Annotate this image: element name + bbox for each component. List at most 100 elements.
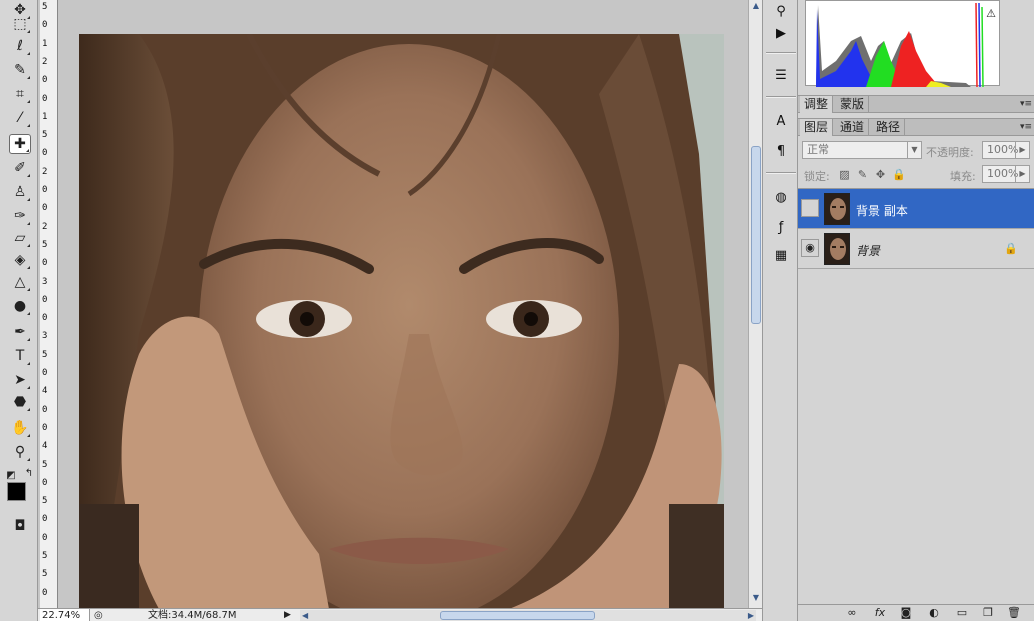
healing-brush-tool[interactable]: ✚: [9, 134, 31, 154]
tab-tabs_layers-0[interactable]: 图层: [800, 119, 834, 136]
path-selection-tool[interactable]: ➤: [9, 370, 31, 390]
scroll-right-icon[interactable]: ▶: [748, 609, 754, 621]
document-area: 501200150200250300350400450500550 ▲ ▼ 22…: [38, 0, 762, 621]
lasso-tool[interactable]: ℓ: [9, 36, 31, 56]
new-group-icon[interactable]: ▭: [954, 606, 970, 620]
lock-transparent-icon[interactable]: ▨: [838, 168, 851, 181]
clone-stamp-tool[interactable]: ♙: [9, 182, 31, 202]
visibility-eye-icon[interactable]: ◉: [801, 239, 819, 257]
visibility-eye-icon[interactable]: [801, 199, 819, 217]
vertical-scroll-thumb[interactable]: [751, 146, 761, 324]
dodge-tool[interactable]: ●: [9, 296, 31, 316]
layer-thumbnail[interactable]: [824, 193, 850, 225]
flyout-indicator: [27, 386, 30, 389]
navigator-icon[interactable]: ⚲: [770, 0, 792, 22]
quick-selection-tool[interactable]: ✎: [9, 60, 31, 80]
foreground-color[interactable]: [7, 482, 26, 501]
swatches-icon[interactable]: ◍: [770, 186, 792, 208]
flyout-indicator: [27, 222, 30, 225]
grid-icon[interactable]: ▦: [770, 244, 792, 266]
panel-menu-icon[interactable]: ▾≡: [1020, 99, 1032, 109]
shape-icon: ⬣: [13, 394, 27, 410]
opacity-value: 100%: [987, 143, 1019, 156]
brush-tool[interactable]: ✐: [9, 158, 31, 178]
new-layer-icon[interactable]: ❐: [980, 606, 996, 620]
ruler-label: 0: [42, 258, 48, 269]
fill-field[interactable]: 100% ▶: [982, 165, 1030, 183]
history-brush-tool[interactable]: ✑: [9, 206, 31, 226]
layer-thumbnail[interactable]: [824, 233, 850, 265]
vertical-scrollbar[interactable]: ▲ ▼: [748, 0, 762, 608]
zoom-level[interactable]: 22.74%: [40, 609, 90, 621]
vertical-ruler[interactable]: 5 0 1 2 0 0 1 5 0 2 0 0 2 5 0 3 0 0 3 5 0 4 0 0 4 5 0 5 0 0 5 5 0: [40, 0, 58, 608]
crop-tool[interactable]: ⌗: [9, 84, 31, 104]
layer-row[interactable]: ◉ 背景 🔒: [798, 229, 1034, 269]
scroll-left-icon[interactable]: ◀: [302, 609, 308, 621]
paint-bucket-tool[interactable]: ◈: [9, 250, 31, 270]
link-layers-icon[interactable]: ∞: [844, 606, 860, 620]
default-colors-icon[interactable]: ◩: [4, 468, 18, 482]
eraser-tool[interactable]: ▱: [9, 228, 31, 248]
ruler-label: 0: [42, 148, 48, 159]
hand-icon: ✋: [11, 420, 29, 436]
history-icon[interactable]: ☰: [770, 64, 792, 86]
ruler-label: 0: [42, 532, 48, 543]
warning-icon[interactable]: ⚠: [986, 7, 996, 20]
layer-row[interactable]: 背景 副本: [798, 189, 1034, 229]
quick-mask-icon[interactable]: ◘: [9, 516, 31, 536]
lock-pixels-icon[interactable]: ✎: [856, 168, 869, 181]
hand-tool[interactable]: ✋: [9, 418, 31, 438]
ruler-label: 0: [42, 404, 48, 415]
horizontal-scrollbar[interactable]: ◀ ▶: [300, 610, 756, 621]
layers-tab-bar: 图层 通道 路径 ▾≡: [798, 118, 1034, 136]
lock-all-icon[interactable]: 🔒: [892, 168, 906, 181]
layer-style-fx-icon[interactable]: fx: [872, 606, 888, 620]
scroll-down-icon[interactable]: ▼: [750, 592, 762, 604]
eyedropper-tool[interactable]: ⁄: [9, 108, 31, 128]
horizontal-scroll-thumb[interactable]: [440, 611, 595, 620]
fill-value: 100%: [987, 167, 1019, 180]
status-menu-icon[interactable]: ◎: [94, 609, 103, 621]
lock-position-icon[interactable]: ✥: [874, 168, 887, 181]
marquee-icon: ⬚: [13, 16, 27, 32]
layer-name[interactable]: 背景 副本: [856, 202, 908, 219]
ruler-label: 3: [42, 276, 48, 287]
ruler-label: 2: [42, 166, 48, 177]
tab-tabs_top-0[interactable]: 调整: [800, 96, 834, 113]
ruler-label: 0: [42, 75, 48, 86]
pen-tool[interactable]: ✒: [9, 322, 31, 342]
add-mask-icon[interactable]: ◙: [898, 606, 914, 620]
layer-name[interactable]: 背景: [856, 242, 880, 259]
image-canvas[interactable]: [79, 34, 724, 609]
tab-tabs_top-1[interactable]: 蒙版: [836, 96, 870, 113]
tab-tabs_layers-2[interactable]: 路径: [872, 119, 906, 136]
portrait-photo: [79, 34, 724, 609]
character-icon[interactable]: A: [770, 110, 792, 132]
lasso-icon: ℓ: [17, 38, 23, 54]
flyout-indicator: [27, 312, 30, 315]
blend-mode-select[interactable]: 正常 ▼: [802, 141, 922, 159]
adjustment-layer-icon[interactable]: ◐: [926, 606, 942, 620]
shape-tool[interactable]: ⬣: [9, 392, 31, 412]
blend-mode-value: 正常: [807, 143, 829, 156]
status-arrow-icon[interactable]: ▶: [284, 609, 291, 621]
panel-menu-icon[interactable]: ▾≡: [1020, 122, 1032, 132]
scroll-up-icon[interactable]: ▲: [750, 0, 762, 12]
delete-layer-icon[interactable]: 🗑: [1006, 606, 1022, 620]
actions-play-icon[interactable]: ▶: [770, 22, 792, 44]
opacity-field[interactable]: 100% ▶: [982, 141, 1030, 159]
eyedropper-icon: ⁄: [18, 110, 22, 126]
styles-fx-icon[interactable]: ƒ: [770, 216, 792, 238]
paragraph-icon[interactable]: ¶: [770, 140, 792, 162]
flyout-indicator: [27, 174, 30, 177]
zoom-tool[interactable]: ⚲: [9, 442, 31, 462]
blur-tool[interactable]: △: [9, 272, 31, 292]
marquee-tool[interactable]: ⬚: [9, 14, 31, 34]
panel-icon-strip: ⚲ ▶ ☰ A ¶ ◍ ƒ ▦: [762, 0, 798, 621]
type-tool[interactable]: T: [9, 346, 31, 366]
swap-colors-icon[interactable]: ↰: [22, 466, 36, 480]
ruler-label: 1: [42, 111, 48, 122]
adjustments-tab-bar: 调整 蒙版 ▾≡: [798, 95, 1034, 113]
color-swatches[interactable]: [7, 482, 37, 514]
tab-tabs_layers-1[interactable]: 通道: [836, 119, 870, 136]
